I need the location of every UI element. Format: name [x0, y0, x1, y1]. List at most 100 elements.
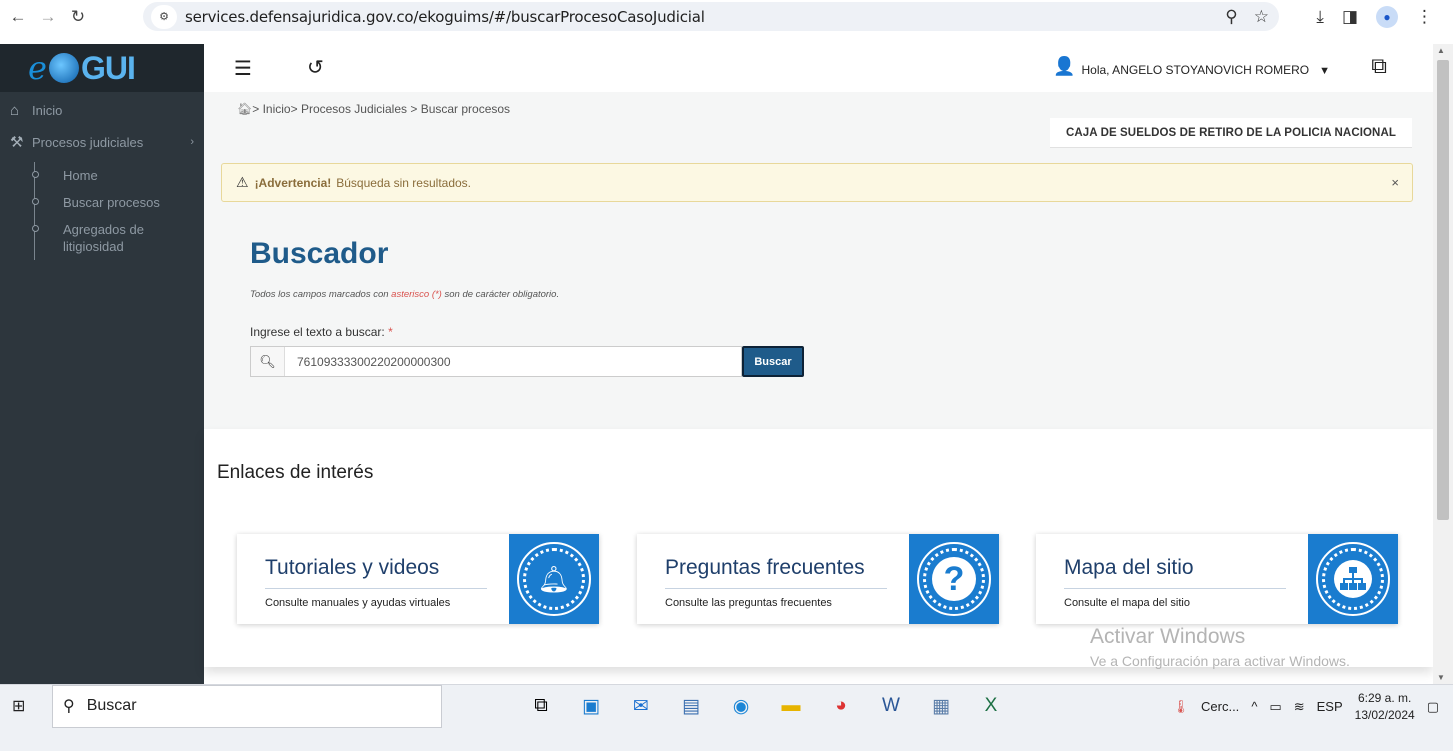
caret-down-icon: ▼	[1319, 65, 1330, 77]
hamburger-icon[interactable]: ☰	[234, 56, 252, 81]
note-text-red: asterisco (*)	[391, 289, 442, 300]
task-view-icon[interactable]: ⧉	[527, 695, 555, 717]
wifi-icon[interactable]: ≋	[1294, 699, 1305, 715]
close-icon[interactable]: ×	[1391, 175, 1399, 190]
gavel-icon: ⚒	[10, 134, 24, 151]
sidebar-item-label: Procesos judiciales	[32, 134, 144, 150]
language-indicator[interactable]: ESP	[1317, 699, 1343, 714]
windows-start-icon[interactable]: ⊞	[12, 696, 44, 716]
explorer-icon[interactable]: ▬	[777, 695, 805, 717]
alert-title: ¡Advertencia!	[254, 175, 332, 190]
search-label-text: Ingrese el texto a buscar:	[250, 325, 385, 339]
home-icon[interactable]: 🏠︎	[237, 102, 252, 116]
card-subtitle: Consulte las preguntas frecuentes	[665, 597, 832, 609]
page-title: Buscador	[250, 237, 389, 270]
browser-toolbar: ← → ↻ ⚙ services.defensajuridica.gov.co/…	[0, 0, 1453, 34]
sidepanel-icon[interactable]: ◨	[1342, 7, 1358, 27]
bell-icon: 🔔︎	[523, 548, 585, 610]
search-field: 🔍︎	[250, 346, 742, 377]
windows-taskbar: ⊞ ⚲ Buscar ⧉ ▣ ✉ ▤ ◉ ▬ ◕ W ▦ X 🌡︎ Cerc..…	[0, 684, 1453, 751]
warning-icon: ⚠	[236, 174, 249, 190]
card-title: Tutoriales y videos	[265, 556, 440, 579]
sidebar-subitem-agregados[interactable]: Agregados de litigiosidad	[32, 216, 163, 260]
back-icon[interactable]: ←	[6, 5, 30, 29]
page-scrollbar[interactable]: ▲ ▼	[1433, 44, 1453, 684]
history-icon[interactable]: ↺	[307, 55, 324, 80]
forward-icon[interactable]: →	[36, 5, 60, 29]
url-text[interactable]: services.defensajuridica.gov.co/ekoguims…	[185, 8, 705, 26]
card-subtitle: Consulte manuales y ayudas virtuales	[265, 597, 451, 609]
search-icon: ⚲	[63, 698, 75, 715]
taskbar-search-label: Buscar	[86, 697, 137, 714]
excel-icon[interactable]: X	[977, 695, 1005, 717]
user-icon: 👤	[1053, 56, 1076, 76]
breadcrumb: 🏠︎> Inicio> Procesos Judiciales > Buscar…	[237, 102, 511, 116]
question-icon: ?	[932, 557, 976, 601]
user-greeting: Hola, ANGELO STOYANOVICH ROMERO	[1081, 63, 1310, 77]
mail-icon[interactable]: ✉	[627, 695, 655, 718]
chevron-right-icon: ›	[190, 136, 194, 148]
profile-icon[interactable]: ●	[1376, 6, 1398, 28]
app-header: ☰ ↺ 👤 Hola, ANGELO STOYANOVICH ROMERO ▼ …	[204, 44, 1433, 92]
clock[interactable]: 6:29 a. m. 13/02/2024	[1355, 690, 1415, 724]
external-link-icon[interactable]: ⧉	[1371, 53, 1387, 79]
windows-watermark: Activar Windows Ve a Configuración para …	[1090, 625, 1350, 669]
card-subtitle: Consulte el mapa del sitio	[1064, 597, 1190, 609]
weather-icon[interactable]: 🌡︎	[1173, 699, 1190, 715]
required-mark: *	[388, 325, 393, 339]
battery-icon[interactable]: ▭	[1269, 699, 1281, 715]
site-settings-icon[interactable]: ⚙	[151, 4, 177, 29]
logo-prefix: e	[28, 49, 47, 87]
sidebar-subitem-buscar[interactable]: Buscar procesos	[32, 189, 204, 216]
network-app-icon[interactable]: ▤	[677, 695, 705, 718]
buscar-button[interactable]: Buscar	[742, 346, 804, 377]
main-content: 🏠︎> Inicio> Procesos Judiciales > Buscar…	[204, 92, 1433, 429]
reload-icon[interactable]: ↻	[66, 5, 90, 29]
taskbar-search[interactable]: ⚲ Buscar	[52, 684, 442, 728]
search-label: Ingrese el texto a buscar: *	[250, 325, 393, 339]
card-preguntas[interactable]: Preguntas frecuentes Consulte las pregun…	[637, 534, 999, 624]
globe-icon	[48, 53, 79, 83]
search-icon: 🔍︎	[251, 347, 285, 376]
links-heading: Enlaces de interés	[217, 462, 374, 483]
word-icon[interactable]: W	[877, 695, 905, 717]
star-icon[interactable]: ☆	[1254, 7, 1269, 27]
system-tray: 🌡︎ Cerc... ^ ▭ ≋ ESP 6:29 a. m. 13/02/20…	[1173, 685, 1453, 728]
breadcrumb-procesos[interactable]: Procesos Judiciales	[301, 102, 407, 116]
sidebar-submenu: Home Buscar procesos Agregados de litigi…	[32, 162, 204, 260]
clock-date: 13/02/2024	[1354, 707, 1415, 722]
sidebar-item-inicio[interactable]: ⌂ Inicio	[0, 94, 204, 126]
card-tutoriales[interactable]: Tutoriales y videos Consulte manuales y …	[237, 534, 599, 624]
card-mapa[interactable]: Mapa del sitio Consulte el mapa del siti…	[1036, 534, 1398, 624]
address-bar[interactable]: ⚙ services.defensajuridica.gov.co/ekogui…	[143, 2, 1279, 31]
home-icon: ⌂	[10, 101, 20, 119]
ekogui-logo[interactable]: e GUI	[0, 44, 204, 92]
entity-tab[interactable]: CAJA DE SUELDOS DE RETIRO DE LA POLICIA …	[1050, 118, 1412, 148]
sidebar-subitem-home[interactable]: Home	[32, 162, 204, 189]
logo-suffix: GUI	[80, 49, 136, 86]
clock-time: 6:29 a. m.	[1357, 690, 1412, 705]
sidebar-item-label: Inicio	[32, 102, 63, 118]
search-input[interactable]	[285, 347, 741, 376]
download-icon[interactable]: ⤓	[1316, 7, 1324, 27]
notifications-icon[interactable]: ▢	[1427, 699, 1439, 715]
breadcrumb-current: Buscar procesos	[420, 102, 511, 116]
note-text-post: son de carácter obligatorio.	[444, 289, 560, 300]
zoom-icon[interactable]: ⚲	[1225, 7, 1237, 27]
breadcrumb-inicio[interactable]: Inicio	[263, 102, 291, 116]
watermark-line1: Activar Windows	[1090, 625, 1246, 648]
weather-text[interactable]: Cerc...	[1201, 699, 1239, 714]
store-icon[interactable]: ▣	[577, 695, 605, 718]
scroll-down-icon[interactable]: ▼	[1437, 673, 1445, 682]
scrollbar-thumb[interactable]	[1437, 60, 1449, 520]
edge-icon[interactable]: ◉	[727, 695, 755, 718]
user-menu[interactable]: 👤 Hola, ANGELO STOYANOVICH ROMERO ▼	[1053, 56, 1330, 77]
chrome-icon[interactable]: ◕	[827, 695, 855, 717]
warning-alert: ⚠ ¡Advertencia! Búsqueda sin resultados.…	[221, 163, 1413, 202]
remote-desktop-icon[interactable]: ▦	[927, 695, 955, 718]
card-title: Preguntas frecuentes	[665, 556, 865, 579]
scroll-up-icon[interactable]: ▲	[1437, 46, 1445, 55]
tray-chevron-icon[interactable]: ^	[1251, 699, 1257, 714]
sidebar-item-procesos[interactable]: ⚒ Procesos judiciales ›	[0, 126, 204, 158]
menu-icon[interactable]: ⋮	[1416, 7, 1433, 27]
